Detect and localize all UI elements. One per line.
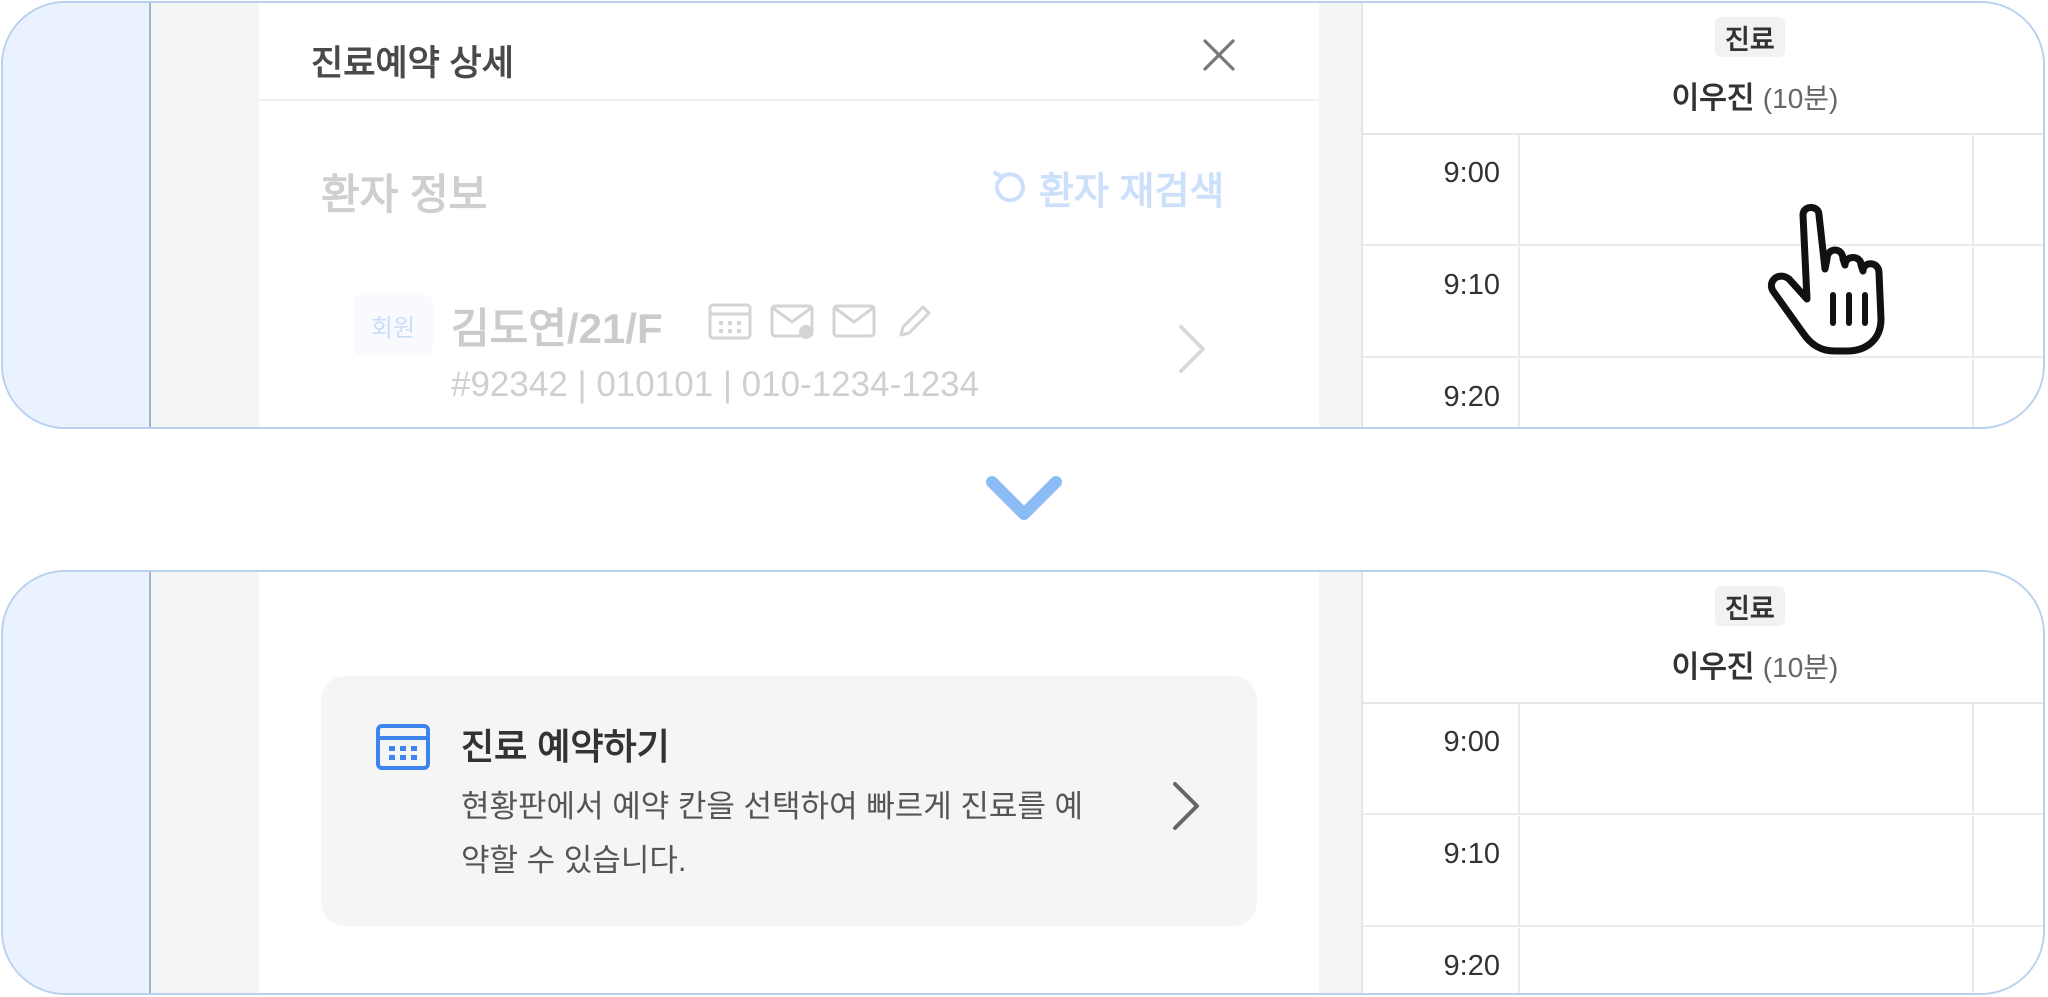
- before-screenshot-frame: 진료예약 상세 환자 정보 환자 재검색 회원 김도연/21/F #92342 …: [1, 1, 2045, 429]
- doctor-label: 이우진 (10분): [1363, 642, 2043, 686]
- column-divider: [1972, 928, 1974, 993]
- reservation-cell[interactable]: [1520, 704, 1972, 813]
- time-slot-row: 9:20: [1363, 359, 2043, 427]
- card-title: 진료 예약하기: [461, 726, 670, 767]
- patient-name-line: 김도연/21/F: [451, 305, 663, 352]
- modal-title: 진료예약 상세: [311, 44, 514, 83]
- slot-time: 9:20: [1443, 950, 1500, 982]
- schedule-type-tag: 진료: [1715, 586, 1785, 626]
- patient-research-label: 환자 재검색: [1039, 170, 1225, 213]
- time-slot-row: 9:10: [1363, 247, 2043, 358]
- slot-duration: (10분): [1762, 652, 1839, 683]
- doctor-name: 이우진: [1671, 651, 1755, 684]
- mail-check-icon[interactable]: [769, 301, 815, 341]
- make-reservation-card[interactable]: 진료 예약하기 현황판에서 예약 칸을 선택하여 빠르게 진료를 예약할 수 있…: [321, 676, 1257, 926]
- schedule-header: 진료 이우진 (10분): [1363, 3, 2043, 135]
- doctor-name: 이우진: [1671, 82, 1755, 115]
- reservation-cell[interactable]: [1520, 359, 1972, 427]
- time-slot-row: 9:00: [1363, 135, 2043, 246]
- after-screenshot-frame: 진료 예약하기 현황판에서 예약 칸을 선택하여 빠르게 진료를 예약할 수 있…: [1, 570, 2045, 995]
- schedule-type-tag: 진료: [1715, 17, 1785, 57]
- refresh-icon: [993, 171, 1025, 203]
- column-divider: [1972, 135, 1974, 244]
- calendar-icon[interactable]: [707, 301, 753, 341]
- panel-divider: [1319, 572, 1363, 993]
- time-slot-row: 9:00: [1363, 704, 2043, 815]
- pointer-hand-icon: [1768, 204, 1885, 355]
- mail-icon[interactable]: [831, 301, 877, 341]
- chevron-down-icon: [986, 476, 1062, 520]
- reservation-cell[interactable]: [1520, 928, 1972, 993]
- column-divider: [1972, 704, 1974, 813]
- column-divider: [1972, 247, 1974, 356]
- panel-divider: [1319, 3, 1363, 427]
- slot-duration: (10분): [1762, 83, 1839, 114]
- pencil-icon[interactable]: [893, 301, 939, 341]
- slot-time: 9:00: [1443, 726, 1500, 758]
- calendar-icon: [376, 724, 430, 770]
- slot-time: 9:10: [1443, 838, 1500, 870]
- schedule-board: 진료 이우진 (10분) 9:00 9:10 9:20: [1363, 572, 2043, 993]
- section-title: 환자 정보: [321, 171, 488, 218]
- patient-research-button[interactable]: 환자 재검색: [987, 161, 1224, 213]
- member-badge: 회원: [353, 295, 433, 355]
- left-sidebar: [3, 3, 151, 427]
- time-slot-row: 9:20: [1363, 928, 2043, 993]
- close-icon[interactable]: [1199, 35, 1239, 75]
- chevron-right-icon[interactable]: [1171, 321, 1211, 377]
- chevron-right-icon: [1173, 782, 1199, 830]
- modal-header: 진료예약 상세: [259, 3, 1319, 101]
- reservation-panel: 진료 예약하기 현황판에서 예약 칸을 선택하여 빠르게 진료를 예약할 수 있…: [259, 572, 1319, 993]
- reservation-detail-modal: 진료예약 상세 환자 정보 환자 재검색 회원 김도연/21/F #92342 …: [259, 3, 1319, 427]
- slot-time: 9:10: [1443, 269, 1500, 301]
- reservation-cell[interactable]: [1520, 816, 1972, 925]
- sidebar-gutter: [151, 572, 259, 993]
- patient-action-icons: [707, 301, 939, 341]
- schedule-board: 진료 이우진 (10분) 9:00 9:10 9:20: [1363, 3, 2043, 427]
- patient-info-line: #92342 | 010101 | 010-1234-1234: [451, 365, 980, 404]
- card-description: 현황판에서 예약 칸을 선택하여 빠르게 진료를 예약할 수 있습니다.: [461, 789, 1084, 878]
- slot-time: 9:20: [1443, 381, 1500, 413]
- sidebar-gutter: [151, 3, 259, 427]
- time-slot-row: 9:10: [1363, 816, 2043, 927]
- doctor-label: 이우진 (10분): [1363, 73, 2043, 117]
- left-sidebar: [3, 572, 151, 993]
- schedule-header: 진료 이우진 (10분): [1363, 572, 2043, 704]
- column-divider: [1972, 359, 1974, 427]
- column-divider: [1972, 816, 1974, 925]
- slot-time: 9:00: [1443, 157, 1500, 189]
